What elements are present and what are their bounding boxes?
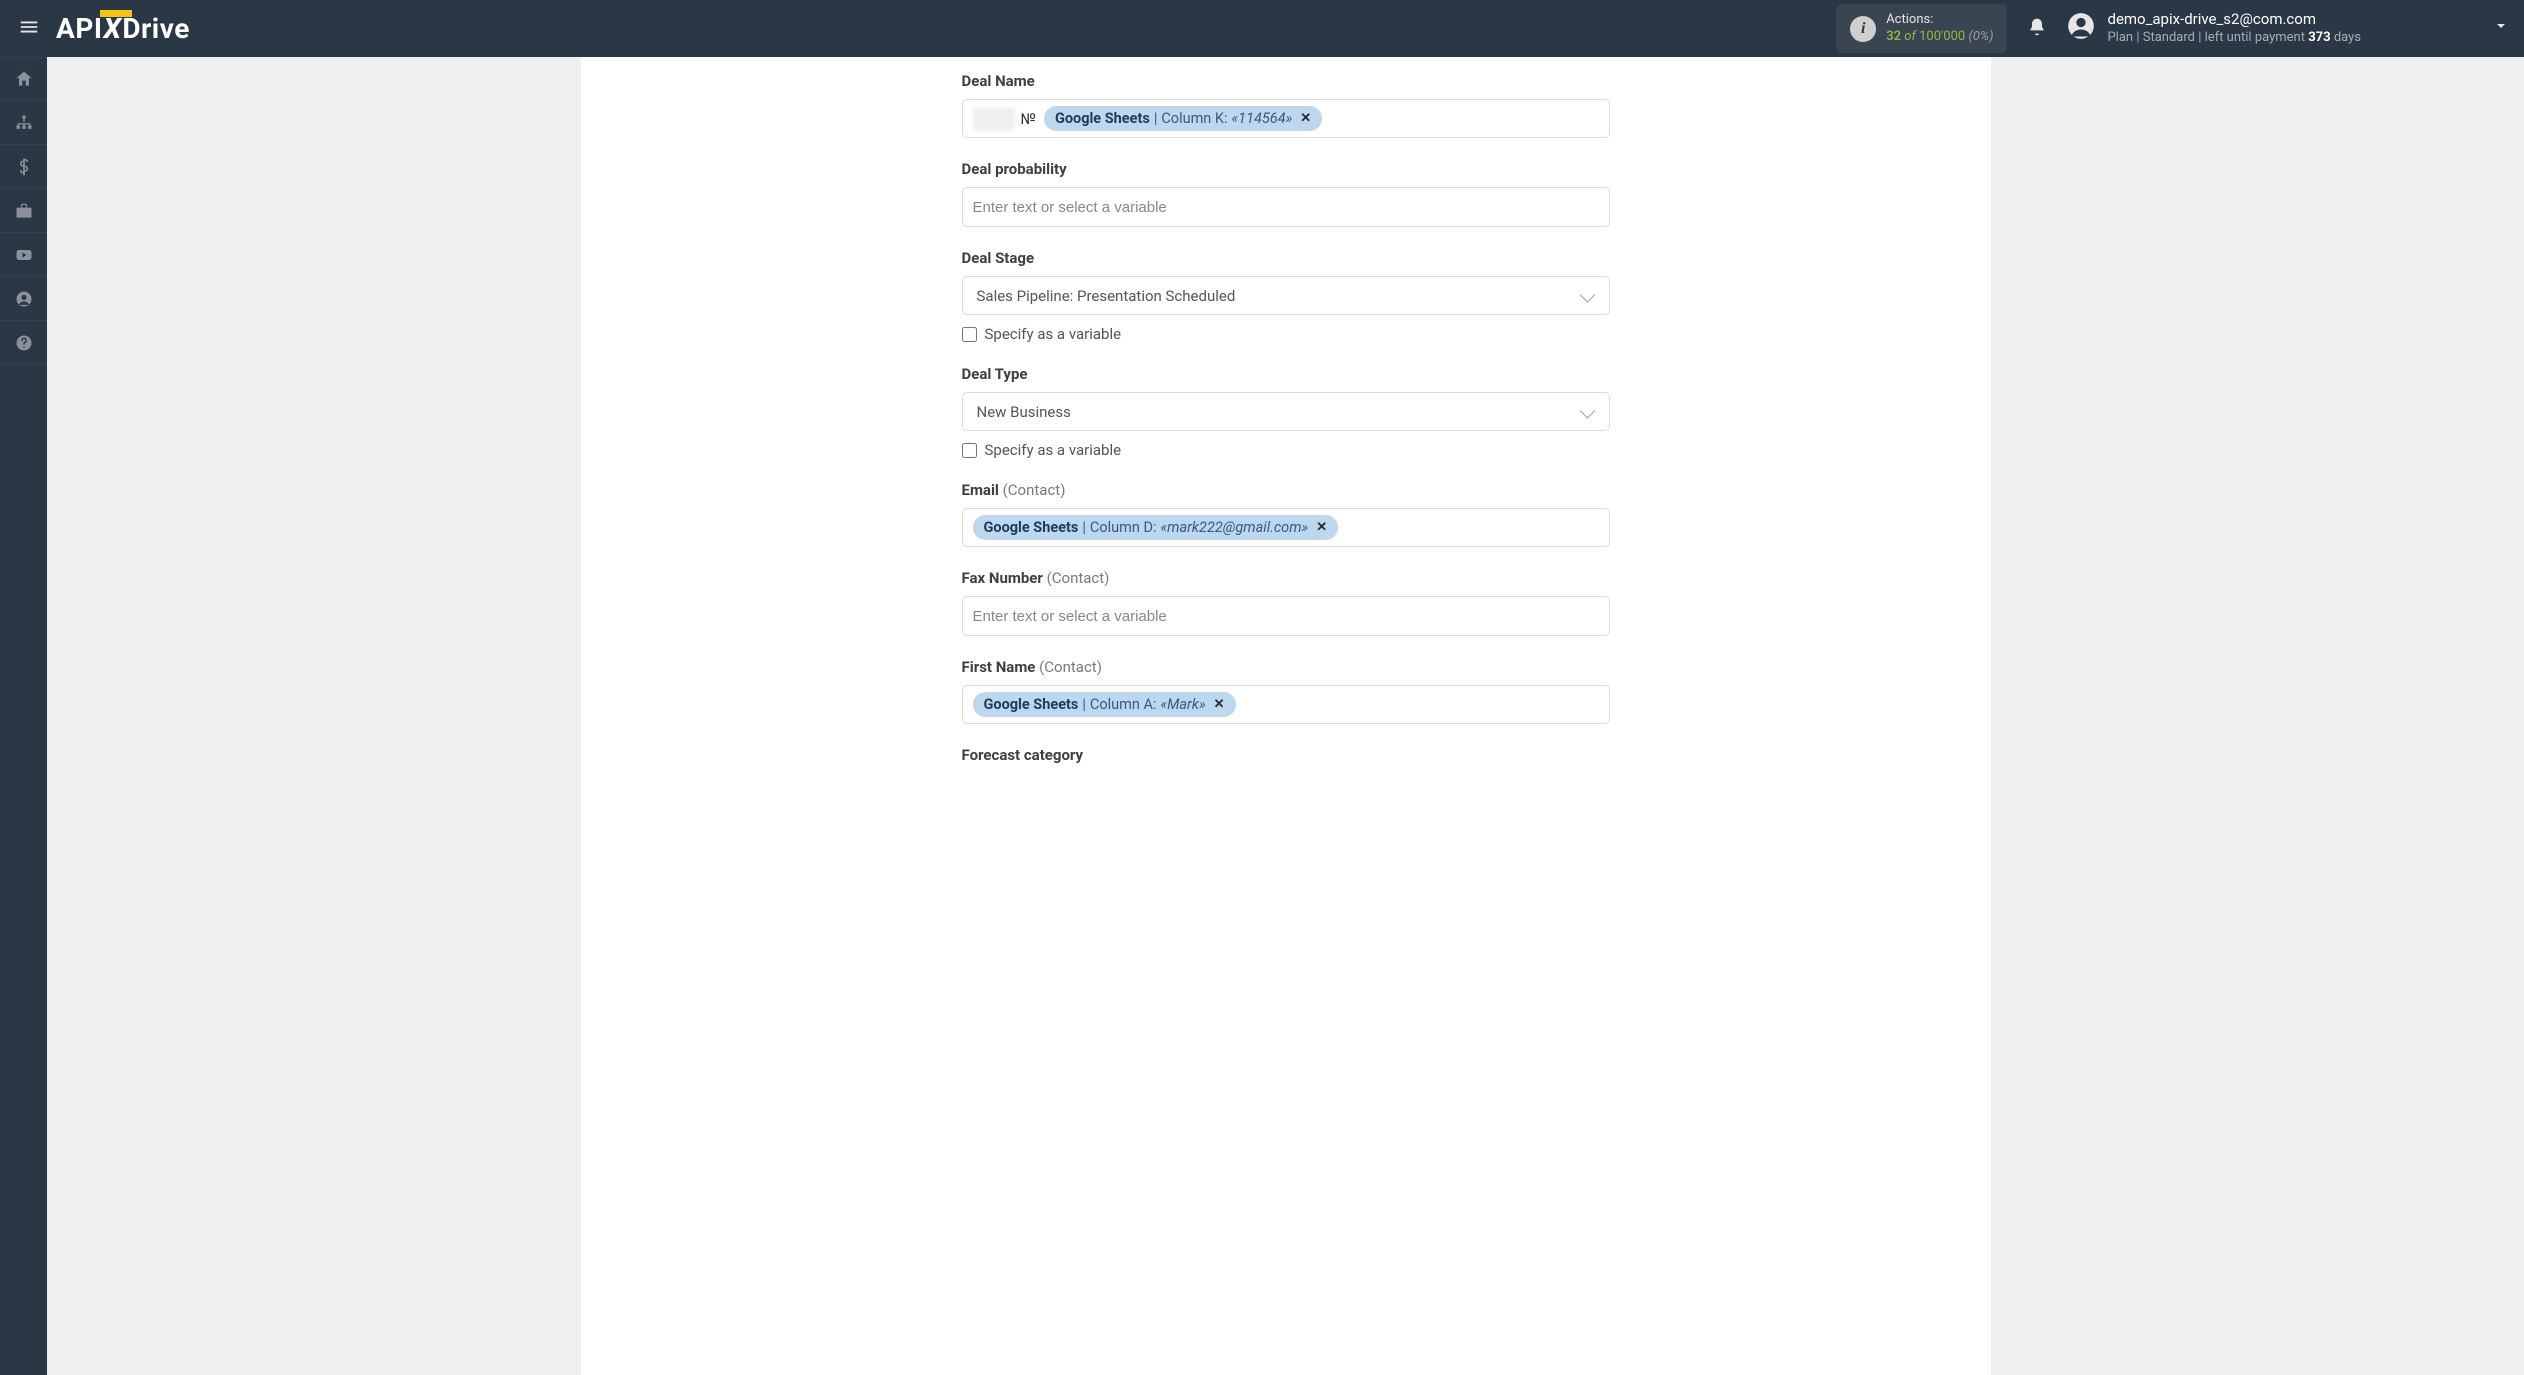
checkbox-label-deal-stage[interactable]: Specify as a variable bbox=[985, 325, 1122, 343]
label-first-name: First Name (Contact) bbox=[962, 658, 1610, 676]
actions-of: of bbox=[1904, 29, 1916, 44]
field-first-name: First Name (Contact) Google Sheets | Col… bbox=[962, 658, 1610, 724]
actions-label: Actions: bbox=[1886, 12, 1993, 29]
chip-deal-name[interactable]: Google Sheets | Column K: «114564» ✕ bbox=[1044, 106, 1322, 131]
chip-remove-icon[interactable]: ✕ bbox=[1316, 520, 1327, 535]
label-email: Email (Contact) bbox=[962, 481, 1610, 499]
input-deal-name[interactable]: № Google Sheets | Column K: «114564» ✕ bbox=[962, 99, 1610, 138]
input-fax[interactable] bbox=[962, 596, 1610, 636]
field-deal-probability: Deal probability bbox=[962, 160, 1610, 227]
user-plan: Plan | Standard | left until payment 373… bbox=[2107, 30, 2361, 47]
chip-email[interactable]: Google Sheets | Column D: «mark222@gmail… bbox=[973, 515, 1339, 540]
select-deal-stage[interactable]: Sales Pipeline: Presentation Scheduled bbox=[962, 276, 1610, 315]
input-deal-probability[interactable] bbox=[962, 187, 1610, 227]
actions-counter[interactable]: i Actions: 32 of 100'000 (0%) bbox=[1836, 4, 2007, 54]
sidebar-home-icon[interactable] bbox=[0, 57, 47, 101]
chip-first-name[interactable]: Google Sheets | Column A: «Mark» ✕ bbox=[973, 692, 1236, 717]
label-deal-type: Deal Type bbox=[962, 365, 1610, 383]
form-panel: Deal Name № Google Sheets | Column K: «1… bbox=[581, 57, 1991, 1375]
sidebar-youtube-icon[interactable] bbox=[0, 233, 47, 277]
field-deal-type: Deal Type New Business Specify as a vari… bbox=[962, 365, 1610, 459]
sidebar-help-icon[interactable] bbox=[0, 321, 47, 365]
notifications-icon[interactable] bbox=[2027, 17, 2047, 41]
input-email[interactable]: Google Sheets | Column D: «mark222@gmail… bbox=[962, 508, 1610, 547]
sidebar-connections-icon[interactable] bbox=[0, 101, 47, 145]
user-avatar-icon bbox=[2067, 12, 2095, 44]
field-deal-name: Deal Name № Google Sheets | Column K: «1… bbox=[962, 72, 1610, 138]
chip-remove-icon[interactable]: ✕ bbox=[1300, 111, 1311, 126]
input-first-name[interactable]: Google Sheets | Column A: «Mark» ✕ bbox=[962, 685, 1610, 724]
topbar: APIXDrive i Actions: 32 of 100'000 (0%) … bbox=[0, 0, 2524, 57]
label-deal-name: Deal Name bbox=[962, 72, 1610, 90]
sidebar-account-icon[interactable] bbox=[0, 277, 47, 321]
field-forecast: Forecast category bbox=[962, 746, 1610, 764]
actions-max: 100'000 bbox=[1919, 29, 1965, 44]
content-area: Deal Name № Google Sheets | Column K: «1… bbox=[47, 57, 2524, 1375]
label-fax: Fax Number (Contact) bbox=[962, 569, 1610, 587]
user-menu[interactable]: demo_apix-drive_s2@com.com Plan | Standa… bbox=[2067, 10, 2509, 46]
chip-remove-icon[interactable]: ✕ bbox=[1214, 697, 1225, 712]
info-icon: i bbox=[1850, 16, 1876, 42]
hamburger-menu-icon[interactable] bbox=[10, 8, 48, 50]
textbox-deal-probability[interactable] bbox=[973, 194, 1599, 220]
sidebar-billing-icon[interactable] bbox=[0, 145, 47, 189]
label-deal-stage: Deal Stage bbox=[962, 249, 1610, 267]
field-fax: Fax Number (Contact) bbox=[962, 569, 1610, 636]
checkbox-label-deal-type[interactable]: Specify as a variable bbox=[985, 441, 1122, 459]
label-forecast: Forecast category bbox=[962, 746, 1610, 764]
sidebar-briefcase-icon[interactable] bbox=[0, 189, 47, 233]
logo[interactable]: APIXDrive bbox=[56, 12, 190, 45]
checkbox-deal-stage-variable[interactable] bbox=[962, 327, 977, 342]
label-deal-probability: Deal probability bbox=[962, 160, 1610, 178]
deal-name-prefix: № bbox=[1021, 110, 1036, 128]
actions-pct: (0%) bbox=[1968, 29, 1993, 44]
user-email: demo_apix-drive_s2@com.com bbox=[2107, 10, 2361, 30]
user-info: demo_apix-drive_s2@com.com Plan | Standa… bbox=[2107, 10, 2361, 46]
textbox-fax[interactable] bbox=[973, 603, 1599, 629]
checkbox-deal-type-variable[interactable] bbox=[962, 443, 977, 458]
field-deal-stage: Deal Stage Sales Pipeline: Presentation … bbox=[962, 249, 1610, 343]
sidebar bbox=[0, 57, 47, 1375]
blurred-token bbox=[973, 107, 1015, 131]
select-deal-type[interactable]: New Business bbox=[962, 392, 1610, 431]
field-email: Email (Contact) Google Sheets | Column D… bbox=[962, 481, 1610, 547]
actions-count: 32 bbox=[1886, 29, 1901, 44]
chevron-down-icon bbox=[2493, 18, 2509, 38]
